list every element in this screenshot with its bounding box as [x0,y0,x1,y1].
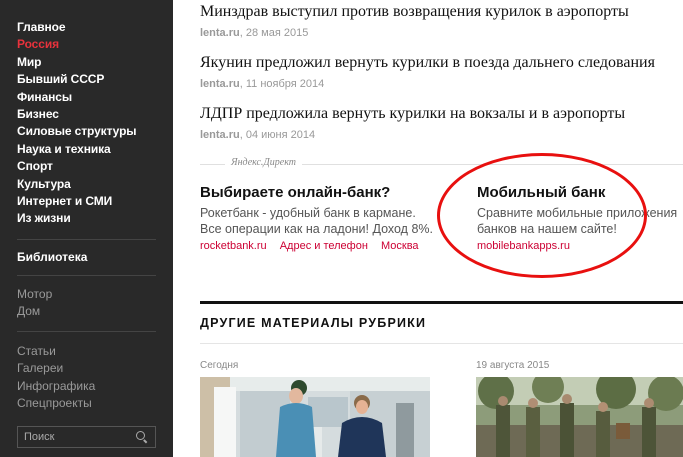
yandex-direct-label[interactable]: Яндекс.Директ [225,157,302,168]
ad-text-line: Все операции как на ладони! Доход 8%. [200,222,433,236]
article-thumbnail[interactable] [200,377,430,457]
nav-item-security[interactable]: Силовые структуры [17,123,173,140]
section-title: ДРУГИЕ МАТЕРИАЛЫ РУБРИКИ [200,316,427,330]
news-date: 28 мая 2015 [245,27,309,39]
formats-nav: Статьи Галереи Инфографика Спецпроекты [17,343,173,413]
projects-nav: Мотор Дом [17,286,173,321]
highlight-oval [437,153,647,278]
soldiers-photo-image [476,377,683,457]
article-thumbnail[interactable] [476,377,683,457]
nav-item-rossiya[interactable]: Россия [17,36,173,53]
nav-item-motor[interactable]: Мотор [17,286,173,304]
news-item: Якунин предложил вернуть курилки в поезд… [200,54,655,90]
search-input[interactable] [24,431,135,443]
nav-item-mir[interactable]: Мир [17,54,173,71]
nav-item-culture[interactable]: Культура [17,176,173,193]
section-title-underline [200,343,683,344]
news-source: lenta.ru [200,27,240,39]
nav-item-galleries[interactable]: Галереи [17,360,173,378]
ad-text-line: Рокетбанк - удобный банк в кармане. [200,206,416,220]
nav-item-business[interactable]: Бизнес [17,106,173,123]
news-item: Минздрав выступил против возвращения кур… [200,3,629,39]
sidebar: Главное Россия Мир Бывший СССР Финансы Б… [0,0,173,457]
item-date: 19 августа 2015 [476,360,550,371]
nav-item-finance[interactable]: Финансы [17,89,173,106]
nav-item-science[interactable]: Наука и техника [17,141,173,158]
section-divider [200,301,683,304]
ad-city-link[interactable]: Москва [381,240,419,252]
sidebar-divider [17,274,156,276]
nav-item-dom[interactable]: Дом [17,303,173,321]
news-title-link[interactable]: Минздрав выступил против возвращения кур… [200,3,629,21]
ad-domain-link[interactable]: rocketbank.ru [200,240,267,252]
news-source: lenta.ru [200,78,240,90]
news-meta: lenta.ru, 04 июня 2014 [200,129,316,141]
nav-item-former-ussr[interactable]: Бывший СССР [17,71,173,88]
main-content: Минздрав выступил против возвращения кур… [200,0,683,457]
nav-item-glavnoe[interactable]: Главное [17,19,173,36]
news-meta: lenta.ru, 28 мая 2015 [200,27,309,39]
news-source: lenta.ru [200,129,240,141]
sidebar-divider [17,330,156,332]
news-title-link[interactable]: ЛДПР предложила вернуть курилки на вокза… [200,105,625,123]
ad-address-link[interactable]: Адрес и телефон [280,240,368,252]
nav-item-life[interactable]: Из жизни [17,210,173,227]
search-box [17,426,156,448]
ad-title-link[interactable]: Выбираете онлайн-банк? [200,184,433,201]
nav-item-internet-media[interactable]: Интернет и СМИ [17,193,173,210]
news-title-link[interactable]: Якунин предложил вернуть курилки в поезд… [200,54,655,72]
hospital-photo-image [200,377,430,457]
ad-block: Выбираете онлайн-банк? Рокетбанк - удобн… [200,184,433,252]
sidebar-divider [17,238,156,240]
ad-text: Рокетбанк - удобный банк в кармане. Все … [200,205,433,237]
news-meta: lenta.ru, 11 ноября 2014 [200,78,325,90]
search-icon[interactable] [135,430,149,444]
news-date: 04 июня 2014 [245,129,316,141]
nav-item-infographics[interactable]: Инфографика [17,378,173,396]
nav-item-special-projects[interactable]: Спецпроекты [17,395,173,413]
news-item: ЛДПР предложила вернуть курилки на вокза… [200,105,625,141]
main-nav: Главное Россия Мир Бывший СССР Финансы Б… [17,19,173,228]
item-date: Сегодня [200,360,239,371]
news-date: 11 ноября 2014 [245,78,325,90]
nav-item-articles[interactable]: Статьи [17,343,173,361]
library-nav: Библиотека [17,249,173,266]
ad-links: rocketbank.ru Адрес и телефон Москва [200,240,433,252]
nav-item-library[interactable]: Библиотека [17,249,173,266]
nav-item-sport[interactable]: Спорт [17,158,173,175]
